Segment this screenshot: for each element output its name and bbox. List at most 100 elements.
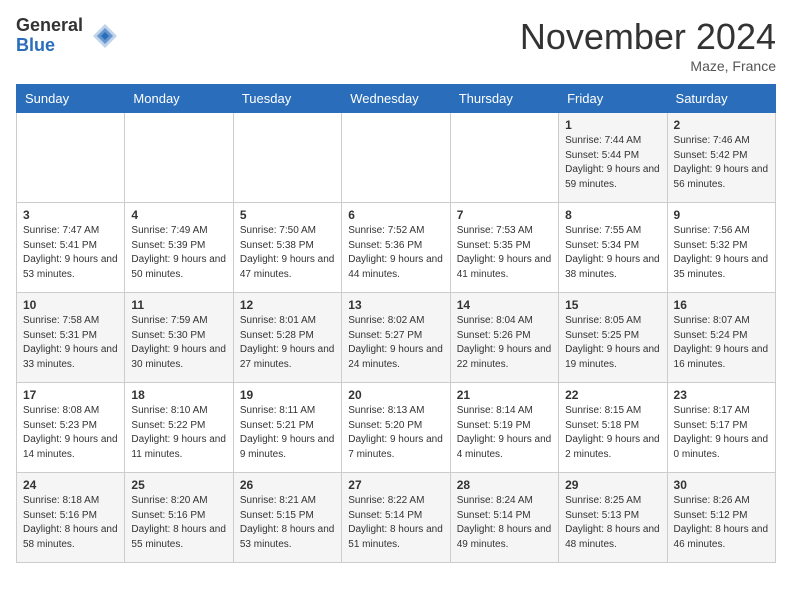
table-row: 14 Sunrise: 8:04 AM Sunset: 5:26 PM Dayli… xyxy=(450,293,558,383)
table-row: 3 Sunrise: 7:47 AM Sunset: 5:41 PM Daylig… xyxy=(17,203,125,293)
day-number: 1 xyxy=(565,118,660,132)
header-row: Sunday Monday Tuesday Wednesday Thursday… xyxy=(17,85,776,113)
table-row: 28Sunrise: 8:24 AM Sunset: 5:14 PM Dayli… xyxy=(450,473,558,563)
day-info: Sunrise: 8:05 AM Sunset: 5:25 PM Dayligh… xyxy=(565,314,660,372)
day-number: 15 xyxy=(565,298,660,312)
day-number: 14 xyxy=(457,298,552,312)
logo: General Blue xyxy=(16,16,119,56)
day-info: Sunrise: 8:21 AM Sunset: 5:15 PM Dayligh… xyxy=(240,494,335,552)
day-number: 19 xyxy=(240,388,335,402)
day-info: Sunrise: 7:58 AM Sunset: 5:31 PM Dayligh… xyxy=(23,314,118,372)
table-row: 27 Sunrise: 8:22 AM Sunset: 5:14 PM Dayli… xyxy=(342,473,450,563)
table-row: 30 Sunrise: 8:26 AM Sunset: 5:12 PM Dayli… xyxy=(667,473,775,563)
table-row: 26 Sunrise: 8:21 AM Sunset: 5:15 PM Dayli… xyxy=(233,473,341,563)
day-number: 29 xyxy=(565,478,660,492)
calendar-row: 17 Sunrise: 8:08 AM Sunset: 5:23 PM Dayli… xyxy=(17,383,776,473)
day-info: Sunrise: 8:04 AM Sunset: 5:26 PM Dayligh… xyxy=(457,314,552,372)
day-info: Sunrise: 8:13 AM Sunset: 5:20 PM Dayligh… xyxy=(348,404,443,462)
table-row: 8Sunrise: 7:55 AM Sunset: 5:34 PM Daylig… xyxy=(559,203,667,293)
table-row: 10Sunrise: 7:58 AM Sunset: 5:31 PM Dayli… xyxy=(17,293,125,383)
calendar-row: 24 Sunrise: 8:18 AM Sunset: 5:16 PM Dayli… xyxy=(17,473,776,563)
day-info: Sunrise: 7:50 AM Sunset: 5:38 PM Dayligh… xyxy=(240,224,335,282)
table-row xyxy=(450,113,558,203)
day-info: Sunrise: 8:25 AM Sunset: 5:13 PM Dayligh… xyxy=(565,494,660,552)
table-row: 18 Sunrise: 8:10 AM Sunset: 5:22 PM Dayli… xyxy=(125,383,233,473)
calendar-table: Sunday Monday Tuesday Wednesday Thursday… xyxy=(16,84,776,563)
header-sunday: Sunday xyxy=(17,85,125,113)
day-number: 27 xyxy=(348,478,443,492)
day-number: 12 xyxy=(240,298,335,312)
day-info: Sunrise: 7:53 AM Sunset: 5:35 PM Dayligh… xyxy=(457,224,552,282)
table-row: 23 Sunrise: 8:17 AM Sunset: 5:17 PM Dayli… xyxy=(667,383,775,473)
table-row: 21 Sunrise: 8:14 AM Sunset: 5:19 PM Dayli… xyxy=(450,383,558,473)
day-info: Sunrise: 7:55 AM Sunset: 5:34 PM Dayligh… xyxy=(565,224,660,282)
day-number: 23 xyxy=(674,388,769,402)
table-row: 29 Sunrise: 8:25 AM Sunset: 5:13 PM Dayli… xyxy=(559,473,667,563)
calendar-body: 1Sunrise: 7:44 AM Sunset: 5:44 PM Daylig… xyxy=(17,113,776,563)
day-info: Sunrise: 8:08 AM Sunset: 5:23 PM Dayligh… xyxy=(23,404,118,462)
header-saturday: Saturday xyxy=(667,85,775,113)
day-number: 24 xyxy=(23,478,118,492)
header-friday: Friday xyxy=(559,85,667,113)
day-number: 9 xyxy=(674,208,769,222)
calendar-header: Sunday Monday Tuesday Wednesday Thursday… xyxy=(17,85,776,113)
day-number: 28 xyxy=(457,478,552,492)
day-info: Sunrise: 8:07 AM Sunset: 5:24 PM Dayligh… xyxy=(674,314,769,372)
header-wednesday: Wednesday xyxy=(342,85,450,113)
day-info: Sunrise: 8:10 AM Sunset: 5:22 PM Dayligh… xyxy=(131,404,226,462)
table-row: 9 Sunrise: 7:56 AM Sunset: 5:32 PM Daylig… xyxy=(667,203,775,293)
day-number: 2 xyxy=(674,118,769,132)
day-info: Sunrise: 8:26 AM Sunset: 5:12 PM Dayligh… xyxy=(674,494,769,552)
table-row: 13 Sunrise: 8:02 AM Sunset: 5:27 PM Dayli… xyxy=(342,293,450,383)
day-info: Sunrise: 7:46 AM Sunset: 5:42 PM Dayligh… xyxy=(674,134,769,192)
day-number: 13 xyxy=(348,298,443,312)
location: Maze, France xyxy=(520,58,776,74)
day-info: Sunrise: 8:20 AM Sunset: 5:16 PM Dayligh… xyxy=(131,494,226,552)
table-row: 25 Sunrise: 8:20 AM Sunset: 5:16 PM Dayli… xyxy=(125,473,233,563)
table-row: 20Sunrise: 8:13 AM Sunset: 5:20 PM Dayli… xyxy=(342,383,450,473)
header-thursday: Thursday xyxy=(450,85,558,113)
table-row xyxy=(125,113,233,203)
day-number: 21 xyxy=(457,388,552,402)
table-row: 5 Sunrise: 7:50 AM Sunset: 5:38 PM Daylig… xyxy=(233,203,341,293)
day-info: Sunrise: 7:47 AM Sunset: 5:41 PM Dayligh… xyxy=(23,224,118,282)
day-number: 5 xyxy=(240,208,335,222)
day-info: Sunrise: 7:59 AM Sunset: 5:30 PM Dayligh… xyxy=(131,314,226,372)
table-row: 6Sunrise: 7:52 AM Sunset: 5:36 PM Daylig… xyxy=(342,203,450,293)
calendar-row: 1Sunrise: 7:44 AM Sunset: 5:44 PM Daylig… xyxy=(17,113,776,203)
day-info: Sunrise: 8:22 AM Sunset: 5:14 PM Dayligh… xyxy=(348,494,443,552)
day-number: 11 xyxy=(131,298,226,312)
day-info: Sunrise: 7:56 AM Sunset: 5:32 PM Dayligh… xyxy=(674,224,769,282)
table-row: 15 Sunrise: 8:05 AM Sunset: 5:25 PM Dayli… xyxy=(559,293,667,383)
day-info: Sunrise: 8:14 AM Sunset: 5:19 PM Dayligh… xyxy=(457,404,552,462)
day-info: Sunrise: 8:17 AM Sunset: 5:17 PM Dayligh… xyxy=(674,404,769,462)
calendar-row: 3 Sunrise: 7:47 AM Sunset: 5:41 PM Daylig… xyxy=(17,203,776,293)
table-row: 12 Sunrise: 8:01 AM Sunset: 5:28 PM Dayli… xyxy=(233,293,341,383)
day-number: 17 xyxy=(23,388,118,402)
table-row: 1Sunrise: 7:44 AM Sunset: 5:44 PM Daylig… xyxy=(559,113,667,203)
table-row: 4Sunrise: 7:49 AM Sunset: 5:39 PM Daylig… xyxy=(125,203,233,293)
table-row xyxy=(233,113,341,203)
day-number: 30 xyxy=(674,478,769,492)
day-number: 18 xyxy=(131,388,226,402)
table-row: 24 Sunrise: 8:18 AM Sunset: 5:16 PM Dayli… xyxy=(17,473,125,563)
day-number: 25 xyxy=(131,478,226,492)
table-row: 2 Sunrise: 7:46 AM Sunset: 5:42 PM Daylig… xyxy=(667,113,775,203)
calendar-row: 10Sunrise: 7:58 AM Sunset: 5:31 PM Dayli… xyxy=(17,293,776,383)
day-info: Sunrise: 8:01 AM Sunset: 5:28 PM Dayligh… xyxy=(240,314,335,372)
day-number: 26 xyxy=(240,478,335,492)
header-monday: Monday xyxy=(125,85,233,113)
day-number: 6 xyxy=(348,208,443,222)
title-area: November 2024 Maze, France xyxy=(520,16,776,74)
table-row: 16 Sunrise: 8:07 AM Sunset: 5:24 PM Dayli… xyxy=(667,293,775,383)
month-title: November 2024 xyxy=(520,16,776,58)
table-row: 17 Sunrise: 8:08 AM Sunset: 5:23 PM Dayli… xyxy=(17,383,125,473)
day-info: Sunrise: 8:02 AM Sunset: 5:27 PM Dayligh… xyxy=(348,314,443,372)
day-number: 7 xyxy=(457,208,552,222)
day-info: Sunrise: 8:18 AM Sunset: 5:16 PM Dayligh… xyxy=(23,494,118,552)
day-number: 16 xyxy=(674,298,769,312)
day-number: 22 xyxy=(565,388,660,402)
day-info: Sunrise: 8:15 AM Sunset: 5:18 PM Dayligh… xyxy=(565,404,660,462)
header-tuesday: Tuesday xyxy=(233,85,341,113)
day-number: 3 xyxy=(23,208,118,222)
